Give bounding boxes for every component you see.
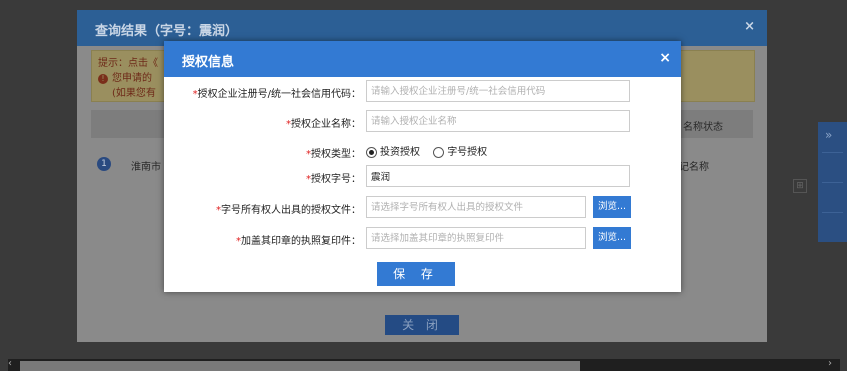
company-name-input[interactable] — [366, 110, 630, 132]
divider — [822, 182, 843, 183]
expand-icon[interactable]: ⊞ — [793, 179, 807, 193]
field-row-license-copy: *加盖其印章的执照复印件： 浏览... — [164, 227, 681, 251]
radio-checked-icon[interactable] — [366, 146, 377, 158]
modal-title: 授权信息 — [182, 55, 235, 70]
tip-line: ! 您申请的 — [98, 69, 152, 84]
authorization-modal: 授权信息 × *授权企业注册号/统一社会信用代码： *授权企业名称： *授权类型… — [164, 41, 681, 292]
field-row-auth-file: *字号所有权人出具的授权文件： 浏览... — [164, 196, 681, 220]
field-label: *字号所有权人出具的授权文件： — [216, 205, 361, 216]
table-row-text: 淮南市 — [131, 162, 161, 173]
divider — [822, 212, 843, 213]
field-row-auth-type: *授权类型： 投资授权 字号授权 — [164, 140, 681, 164]
field-row-auth-name: *授权字号： — [164, 165, 681, 189]
table-row-status: 记名称 — [679, 162, 709, 173]
double-chevron-right-icon: » — [825, 128, 833, 142]
license-copy-input[interactable] — [366, 227, 586, 249]
close-button[interactable]: 关 闭 — [385, 315, 459, 335]
reg-code-input[interactable] — [366, 80, 630, 102]
field-label: *授权类型： — [306, 149, 361, 160]
radio-unchecked-icon[interactable] — [433, 146, 445, 158]
field-label: *加盖其印章的执照复印件： — [236, 236, 361, 247]
tip-line: 提示：点击《 — [98, 58, 158, 69]
side-panel-tab[interactable]: » — [818, 122, 847, 242]
field-row-company-name: *授权企业名称： — [164, 110, 681, 134]
auth-name-input[interactable] — [366, 165, 630, 187]
row-number-badge: 1 — [97, 157, 111, 171]
radio-name-auth[interactable]: 字号授权 — [433, 146, 487, 158]
column-header-status: 名称状态 — [683, 122, 723, 133]
field-label: *授权企业名称： — [286, 119, 361, 130]
browse-license-copy-button[interactable]: 浏览... — [593, 227, 631, 249]
field-label: *授权企业注册号/统一社会信用代码： — [192, 89, 361, 100]
tip-text: 您申请的 — [112, 73, 152, 84]
auth-type-radio-group: 投资授权 字号授权 — [366, 143, 497, 158]
query-result-title: 查询结果（字号：震润） — [95, 24, 239, 39]
close-icon[interactable]: × — [744, 19, 755, 34]
scrollbar-thumb[interactable] — [20, 361, 580, 371]
save-button[interactable]: 保 存 — [377, 262, 455, 286]
scroll-right-icon[interactable]: › — [828, 358, 832, 369]
radio-investment-auth[interactable]: 投资授权 — [366, 146, 420, 158]
field-row-reg-code: *授权企业注册号/统一社会信用代码： — [164, 80, 681, 104]
close-icon[interactable]: × — [659, 50, 671, 66]
field-label: *授权字号： — [306, 174, 361, 185]
modal-header: 授权信息 × — [164, 41, 681, 77]
tip-line: (如果您有 — [112, 88, 156, 99]
divider — [822, 152, 843, 153]
auth-file-input[interactable] — [366, 196, 586, 218]
warning-icon: ! — [98, 74, 108, 84]
browse-auth-file-button[interactable]: 浏览... — [593, 196, 631, 218]
scroll-left-icon[interactable]: ‹ — [8, 358, 12, 369]
